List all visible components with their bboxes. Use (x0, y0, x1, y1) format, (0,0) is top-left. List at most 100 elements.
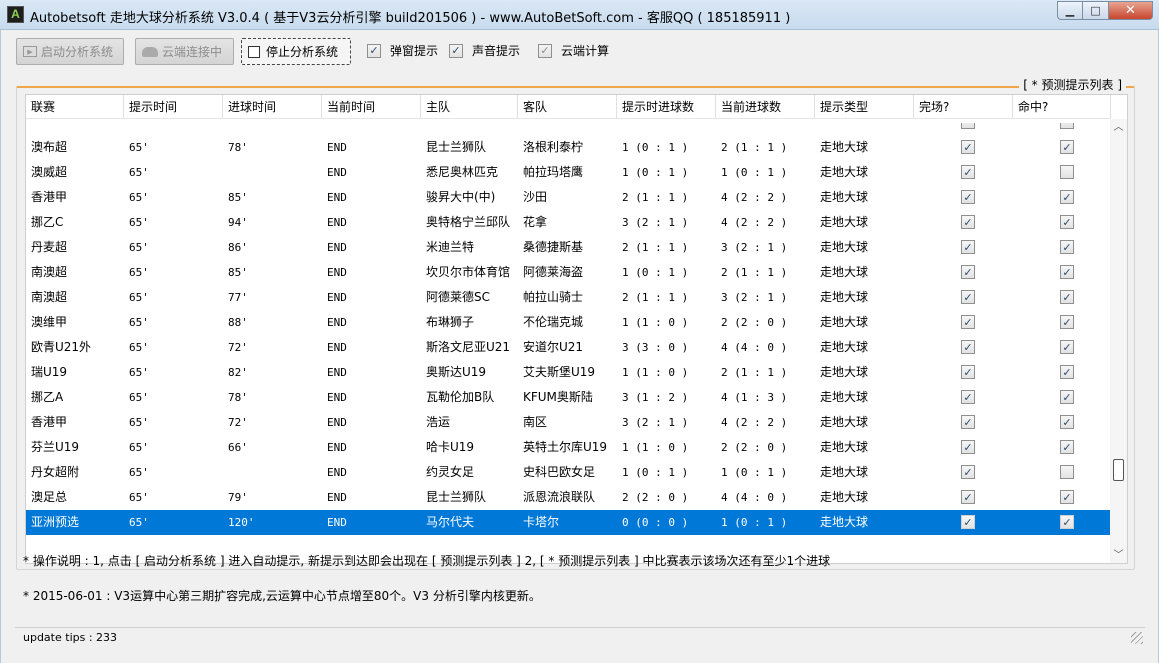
header-col-current-score[interactable]: 当前进球数 (716, 95, 815, 119)
header-col-away[interactable]: 客队 (518, 95, 617, 119)
cloud-connect-button[interactable]: 云端连接中 (135, 38, 234, 65)
cell-league: 亚洲预选 (31, 515, 80, 529)
scroll-thumb[interactable] (1113, 459, 1124, 481)
finished-checkbox[interactable]: ✓ (961, 265, 975, 279)
cell-tip-score: 1 (0 : 1 ) (622, 466, 689, 479)
finished-checkbox[interactable]: ✓ (961, 490, 975, 504)
table-row[interactable]: 澳足总 65' 79' END 昆士兰狮队 派恩流浪联队 2 (2 : 0 ) 4 (4 : … (26, 485, 1111, 510)
finished-checkbox[interactable]: ✓ (961, 315, 975, 329)
finished-checkbox[interactable]: ✓ (961, 190, 975, 204)
header-col-finished[interactable]: 完场? (914, 95, 1013, 119)
hit-checkbox[interactable]: ✓ (1060, 140, 1074, 154)
hit-checkbox[interactable]: ✓ (1060, 515, 1074, 529)
table-row[interactable]: 南澳超 65' 85' END 坎贝尔市体育馆 阿德莱海盗 1 (0 : 1 ) 2 (1 :… (26, 260, 1111, 285)
close-button[interactable]: ✕ (1109, 1, 1153, 20)
hit-checkbox[interactable]: ✓ (1060, 315, 1074, 329)
minimize-button[interactable]: ▁ (1057, 1, 1083, 20)
popup-tip-checkbox[interactable]: ✓ 弹窗提示 (367, 42, 438, 59)
finished-checkbox[interactable]: ✓ (961, 290, 975, 304)
hit-checkbox[interactable]: ✓ (1060, 340, 1074, 354)
cell-current-time: END (327, 266, 347, 279)
row-checkbox-partial (1060, 123, 1074, 129)
finished-checkbox[interactable]: ✓ (961, 465, 975, 479)
cloud-calc-checkbox[interactable]: ✓ 云端计算 (538, 42, 609, 59)
hit-checkbox[interactable]: ✓ (1060, 415, 1074, 429)
finished-checkbox[interactable]: ✓ (961, 340, 975, 354)
hit-checkbox[interactable]: ✓ (1060, 265, 1074, 279)
stop-analysis-button[interactable]: 停止分析系统 (241, 38, 351, 65)
cell-current-score: 2 (1 : 1 ) (721, 266, 788, 279)
cell-tip-type: 走地大球 (820, 190, 869, 204)
cell-league: 南澳超 (31, 265, 68, 279)
cell-current-time: END (327, 491, 347, 504)
header-col-home[interactable]: 主队 (421, 95, 518, 119)
table-row[interactable]: 香港甲 65' 85' END 骏昇大中(中) 沙田 2 (1 : 1 ) 4 (2 : 2 … (26, 185, 1111, 210)
header-col-current-time[interactable]: 当前时间 (322, 95, 421, 119)
table-row[interactable]: 澳维甲 65' 88' END 布琳狮子 不伦瑞克城 1 (1 : 0 ) 2 (2 : 0 … (26, 310, 1111, 335)
checkbox-check-icon: ✓ (367, 43, 381, 58)
finished-checkbox[interactable]: ✓ (961, 365, 975, 379)
window-controls: ▁ □ ✕ (1057, 1, 1153, 21)
cell-tip-type: 走地大球 (820, 515, 869, 529)
hit-checkbox[interactable] (1060, 165, 1074, 179)
table-row[interactable]: 挪乙C 65' 94' END 奥特格宁兰邱队 花拿 3 (2 : 1 ) 4 (2 : 2 … (26, 210, 1111, 235)
hit-checkbox[interactable]: ✓ (1060, 490, 1074, 504)
cell-tip-type: 走地大球 (820, 490, 869, 504)
cell-tip-time: 65' (129, 216, 149, 229)
cell-tip-score: 2 (1 : 1 ) (622, 291, 689, 304)
hit-checkbox[interactable] (1060, 465, 1074, 479)
scroll-up-icon[interactable]: ︿ (1110, 119, 1127, 136)
header-col-league[interactable]: 联赛 (26, 95, 124, 119)
finished-checkbox[interactable]: ✓ (961, 415, 975, 429)
cell-current-time: END (327, 416, 347, 429)
table-row[interactable]: 芬兰U19 65' 66' END 哈卡U19 英特土尔库U19 1 (1 : 0 ) 2 (… (26, 435, 1111, 460)
header-col-hit[interactable]: 命中? (1013, 95, 1111, 119)
finished-checkbox[interactable]: ✓ (961, 140, 975, 154)
checkbox-check-icon: ✓ (963, 166, 973, 179)
table-row[interactable]: 澳威超 65' END 悉尼奥林匹克 帕拉玛塔鹰 1 (0 : 1 ) 1 (0 : 1 )… (26, 160, 1111, 185)
finished-checkbox[interactable]: ✓ (961, 515, 975, 529)
cell-league: 澳维甲 (31, 315, 68, 329)
hit-checkbox[interactable]: ✓ (1060, 215, 1074, 229)
table-row[interactable]: 瑞U19 65' 82' END 奥斯达U19 艾夫斯堡U19 1 (1 : 0 ) 2 (1… (26, 360, 1111, 385)
checkbox-check-icon: ✓ (963, 416, 973, 429)
header-col-tip-score[interactable]: 提示时进球数 (617, 95, 716, 119)
hit-checkbox[interactable]: ✓ (1060, 440, 1074, 454)
finished-checkbox[interactable]: ✓ (961, 215, 975, 229)
hit-checkbox[interactable]: ✓ (1060, 190, 1074, 204)
finished-checkbox[interactable]: ✓ (961, 390, 975, 404)
finished-checkbox[interactable]: ✓ (961, 240, 975, 254)
table-row[interactable]: 香港甲 65' 72' END 浩运 南区 3 (2 : 1 ) 4 (2 : 2 ) 走地大球… (26, 410, 1111, 435)
table-row[interactable]: 南澳超 65' 77' END 阿德莱德SC 帕拉山骑士 2 (1 : 1 ) 3 (2 : … (26, 285, 1111, 310)
maximize-icon: □ (1090, 4, 1101, 17)
hit-checkbox[interactable]: ✓ (1060, 290, 1074, 304)
cell-tip-time: 65' (129, 441, 149, 454)
header-col-goal-time[interactable]: 进球时间 (223, 95, 322, 119)
table-row[interactable]: 澳布超 65' 78' END 昆士兰狮队 洛根利泰柠 1 (0 : 1 ) 2 (1 : 1… (26, 135, 1111, 160)
cell-current-time: END (327, 291, 347, 304)
cell-current-score: 4 (4 : 0 ) (721, 491, 788, 504)
cell-away: 桑德捷斯基 (523, 240, 584, 254)
finished-checkbox[interactable]: ✓ (961, 165, 975, 179)
vertical-scrollbar[interactable]: ︿ ﹀ (1110, 119, 1127, 563)
scroll-down-icon[interactable]: ﹀ (1110, 547, 1127, 563)
table-row[interactable]: 丹麦超 65' 86' END 米迪兰特 桑德捷斯基 2 (1 : 1 ) 3 (2 : 1 … (26, 235, 1111, 260)
sound-tip-checkbox[interactable]: ✓ 声音提示 (449, 42, 520, 59)
stop-icon (248, 45, 260, 58)
table-row[interactable]: 挪乙A 65' 78' END 瓦勒伦加B队 KFUM奥斯陆 3 (1 : 2 ) 4 (1 … (26, 385, 1111, 410)
maximize-button[interactable]: □ (1083, 1, 1109, 20)
table-row[interactable]: 亚洲预选 65' 120' END 马尔代夫 卡塔尔 0 (0 : 0 ) 1 (0 : 1 … (26, 510, 1111, 535)
resize-grip-icon[interactable] (1131, 632, 1143, 644)
header-col-tip-type[interactable]: 提示类型 (815, 95, 914, 119)
hit-checkbox[interactable]: ✓ (1060, 390, 1074, 404)
table-row[interactable]: 欧青U21外 65' 72' END 斯洛文尼亚U21 安道尔U21 3 (3 : 0 ) 4… (26, 335, 1111, 360)
table-row[interactable]: 丹女超附 65' END 约灵女足 史科巴欧女足 1 (0 : 1 ) 1 (0 : 1 )… (26, 460, 1111, 485)
hit-checkbox[interactable]: ✓ (1060, 365, 1074, 379)
cell-away: 洛根利泰柠 (523, 140, 584, 154)
header-col-tip-time[interactable]: 提示时间 (124, 95, 223, 119)
prediction-list[interactable]: 联赛 提示时间 进球时间 当前时间 主队 客队 提示时进球数 当前进球数 提示类型 完场? 命中? … (25, 94, 1128, 564)
start-analysis-button[interactable]: ▶ 启动分析系统 (16, 38, 124, 65)
cloud-connect-label: 云端连接中 (162, 45, 223, 59)
finished-checkbox[interactable]: ✓ (961, 440, 975, 454)
hit-checkbox[interactable]: ✓ (1060, 240, 1074, 254)
